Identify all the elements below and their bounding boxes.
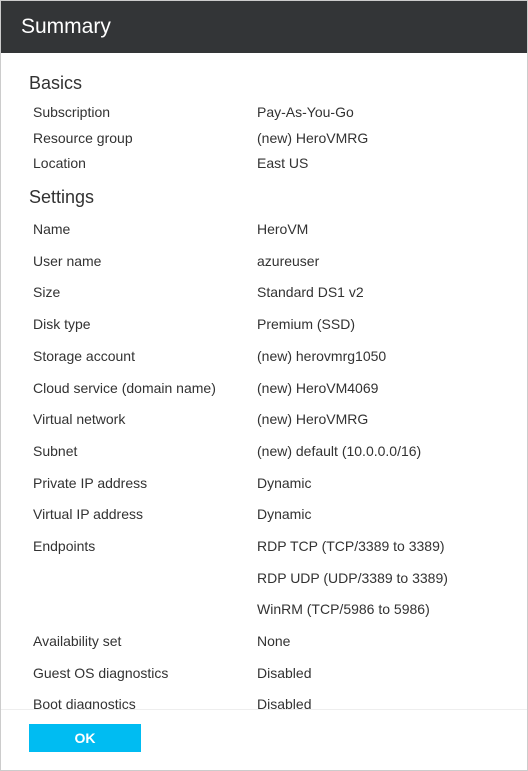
label-guest-os-diagnostics: Guest OS diagnostics xyxy=(33,663,257,685)
row-cloud-service: Cloud service (domain name) (new) HeroVM… xyxy=(33,373,499,405)
label-user-name: User name xyxy=(33,251,257,273)
row-resource-group: Resource group (new) HeroVMRG xyxy=(33,126,499,152)
label-cloud-service: Cloud service (domain name) xyxy=(33,378,257,400)
row-virtual-network: Virtual network (new) HeroVMRG xyxy=(33,404,499,436)
row-guest-os-diagnostics: Guest OS diagnostics Disabled xyxy=(33,658,499,690)
row-virtual-ip: Virtual IP address Dynamic xyxy=(33,499,499,531)
value-resource-group: (new) HeroVMRG xyxy=(257,128,499,150)
label-location: Location xyxy=(33,153,257,175)
label-virtual-ip: Virtual IP address xyxy=(33,504,257,526)
summary-header: Summary xyxy=(1,1,527,53)
label-virtual-network: Virtual network xyxy=(33,409,257,431)
row-boot-diagnostics: Boot diagnostics Disabled xyxy=(33,689,499,709)
row-endpoints-2: RDP UDP (UDP/3389 to 3389) xyxy=(33,563,499,595)
basics-rows: Subscription Pay-As-You-Go Resource grou… xyxy=(33,100,499,177)
value-user-name: azureuser xyxy=(257,251,499,273)
section-title-settings: Settings xyxy=(29,187,499,208)
value-size: Standard DS1 v2 xyxy=(257,282,499,304)
value-endpoints-3: WinRM (TCP/5986 to 5986) xyxy=(257,599,499,621)
label-private-ip: Private IP address xyxy=(33,473,257,495)
value-name: HeroVM xyxy=(257,219,499,241)
label-boot-diagnostics: Boot diagnostics xyxy=(33,694,257,709)
section-title-basics: Basics xyxy=(29,73,499,94)
summary-content: Basics Subscription Pay-As-You-Go Resour… xyxy=(1,53,527,709)
ok-button[interactable]: OK xyxy=(29,724,141,752)
value-subnet: (new) default (10.0.0.0/16) xyxy=(257,441,499,463)
label-endpoints-2 xyxy=(33,568,257,590)
value-virtual-network: (new) HeroVMRG xyxy=(257,409,499,431)
row-user-name: User name azureuser xyxy=(33,246,499,278)
label-endpoints: Endpoints xyxy=(33,536,257,558)
page-title: Summary xyxy=(21,15,111,38)
value-private-ip: Dynamic xyxy=(257,473,499,495)
value-storage-account: (new) herovmrg1050 xyxy=(257,346,499,368)
row-size: Size Standard DS1 v2 xyxy=(33,277,499,309)
label-disk-type: Disk type xyxy=(33,314,257,336)
row-location: Location East US xyxy=(33,151,499,177)
row-availability-set: Availability set None xyxy=(33,626,499,658)
label-availability-set: Availability set xyxy=(33,631,257,653)
label-name: Name xyxy=(33,219,257,241)
row-name: Name HeroVM xyxy=(33,214,499,246)
value-cloud-service: (new) HeroVM4069 xyxy=(257,378,499,400)
value-disk-type: Premium (SSD) xyxy=(257,314,499,336)
settings-rows: Name HeroVM User name azureuser Size Sta… xyxy=(33,214,499,709)
value-endpoints-1: RDP TCP (TCP/3389 to 3389) xyxy=(257,536,499,558)
value-subscription: Pay-As-You-Go xyxy=(257,102,499,124)
value-boot-diagnostics: Disabled xyxy=(257,694,499,709)
row-disk-type: Disk type Premium (SSD) xyxy=(33,309,499,341)
label-subnet: Subnet xyxy=(33,441,257,463)
label-storage-account: Storage account xyxy=(33,346,257,368)
value-location: East US xyxy=(257,153,499,175)
row-endpoints-3: WinRM (TCP/5986 to 5986) xyxy=(33,594,499,626)
row-subscription: Subscription Pay-As-You-Go xyxy=(33,100,499,126)
label-resource-group: Resource group xyxy=(33,128,257,150)
value-endpoints-2: RDP UDP (UDP/3389 to 3389) xyxy=(257,568,499,590)
value-availability-set: None xyxy=(257,631,499,653)
row-storage-account: Storage account (new) herovmrg1050 xyxy=(33,341,499,373)
row-private-ip: Private IP address Dynamic xyxy=(33,468,499,500)
summary-footer: OK xyxy=(1,709,527,770)
value-virtual-ip: Dynamic xyxy=(257,504,499,526)
value-guest-os-diagnostics: Disabled xyxy=(257,663,499,685)
label-subscription: Subscription xyxy=(33,102,257,124)
label-size: Size xyxy=(33,282,257,304)
label-endpoints-3 xyxy=(33,599,257,621)
row-subnet: Subnet (new) default (10.0.0.0/16) xyxy=(33,436,499,468)
row-endpoints: Endpoints RDP TCP (TCP/3389 to 3389) xyxy=(33,531,499,563)
